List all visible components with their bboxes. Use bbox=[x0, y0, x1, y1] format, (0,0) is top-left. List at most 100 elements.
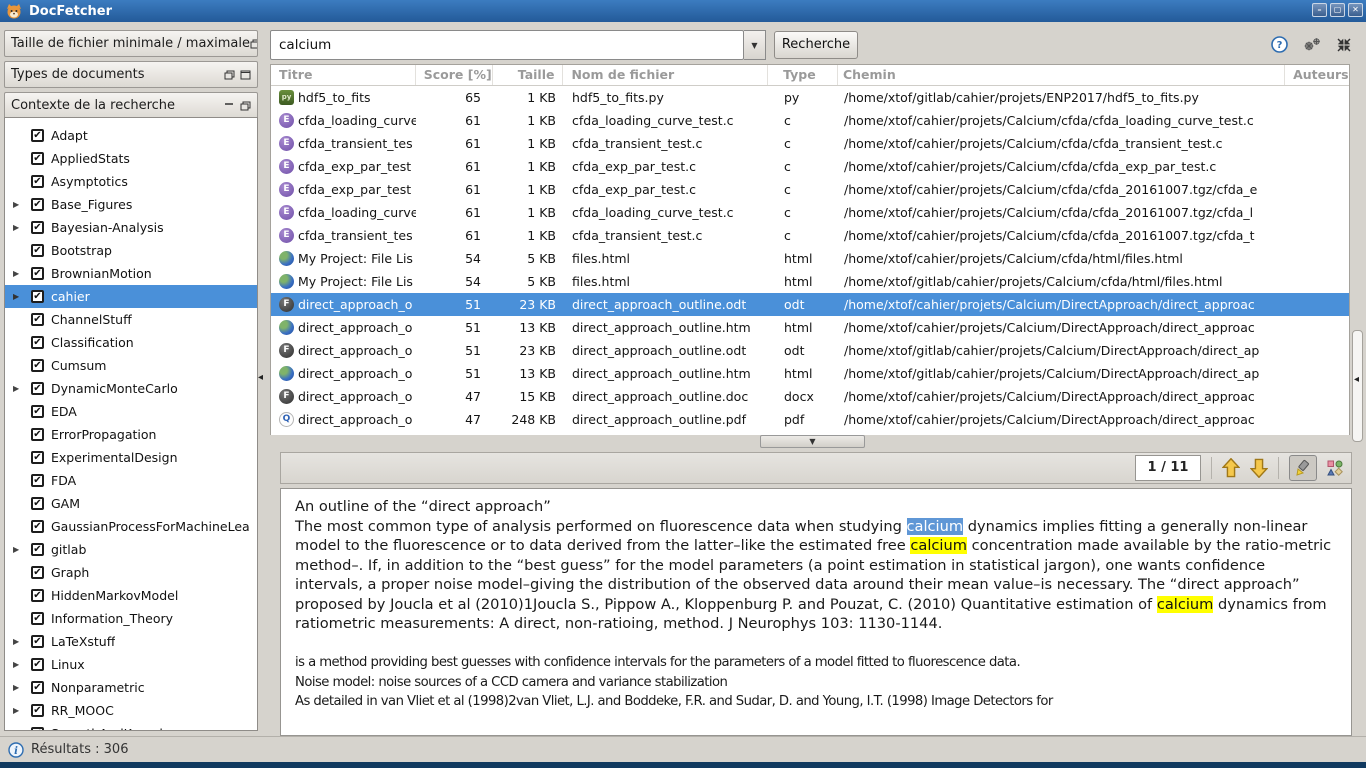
search-button[interactable]: Recherche bbox=[774, 31, 858, 59]
tree-item-channelstuff[interactable]: ✔ChannelStuff bbox=[5, 308, 257, 331]
page-indicator[interactable]: 1 / 11 bbox=[1135, 455, 1201, 481]
tree-item-base_figures[interactable]: ▶✔Base_Figures bbox=[5, 193, 257, 216]
tree-item-cahier[interactable]: ▶✔cahier bbox=[5, 285, 257, 308]
column-header-score[interactable]: Score [%] bbox=[416, 65, 493, 85]
checkbox-checked[interactable]: ✔ bbox=[31, 267, 44, 280]
checkbox-checked[interactable]: ✔ bbox=[31, 428, 44, 441]
table-row[interactable]: My Project: File Lis545 KBfiles.htmlhtml… bbox=[271, 270, 1349, 293]
checkbox-checked[interactable]: ✔ bbox=[31, 244, 44, 257]
checkbox-checked[interactable]: ✔ bbox=[31, 359, 44, 372]
checkbox-checked[interactable]: ✔ bbox=[31, 221, 44, 234]
collapse-sidebar-arrow-icon[interactable]: ◂ bbox=[258, 372, 263, 383]
table-row[interactable]: Ecfda_transient_tes611 KBcfda_transient_… bbox=[271, 132, 1349, 155]
search-input[interactable] bbox=[270, 30, 744, 60]
highlight-colors-icon[interactable] bbox=[1327, 460, 1343, 476]
expand-arrow-icon[interactable]: ▶ bbox=[13, 637, 31, 646]
maximize-button[interactable]: ▢ bbox=[1330, 3, 1345, 17]
minimize-panel-icon[interactable] bbox=[224, 101, 235, 111]
tree-item-graph[interactable]: ✔Graph bbox=[5, 561, 257, 584]
table-row[interactable]: Qdirect_approach_o47248 KBdirect_approac… bbox=[271, 408, 1349, 431]
checkbox-checked[interactable]: ✔ bbox=[31, 313, 44, 326]
expand-arrow-icon[interactable]: ▶ bbox=[13, 200, 31, 209]
checkbox-checked[interactable]: ✔ bbox=[31, 658, 44, 671]
search-history-dropdown[interactable]: ▼ bbox=[744, 30, 766, 60]
table-row[interactable]: Ecfda_transient_tes611 KBcfda_transient_… bbox=[271, 224, 1349, 247]
maximize-panel-icon[interactable] bbox=[240, 70, 251, 80]
restore-panel-icon[interactable] bbox=[250, 39, 258, 49]
tree-item-errorpropagation[interactable]: ✔ErrorPropagation bbox=[5, 423, 257, 446]
checkbox-checked[interactable]: ✔ bbox=[31, 681, 44, 694]
checkbox-checked[interactable]: ✔ bbox=[31, 405, 44, 418]
checkbox-checked[interactable]: ✔ bbox=[31, 635, 44, 648]
checkbox-checked[interactable]: ✔ bbox=[31, 129, 44, 142]
tree-item-nonparametric[interactable]: ▶✔Nonparametric bbox=[5, 676, 257, 699]
table-row[interactable]: Ecfda_exp_par_test611 KBcfda_exp_par_tes… bbox=[271, 178, 1349, 201]
close-button[interactable]: ✕ bbox=[1348, 3, 1363, 17]
checkbox-checked[interactable]: ✔ bbox=[31, 566, 44, 579]
checkbox-checked[interactable]: ✔ bbox=[31, 543, 44, 556]
collapse-preview-button[interactable]: ▼ bbox=[760, 435, 865, 448]
horizontal-sash[interactable]: ▼ bbox=[270, 435, 1350, 449]
table-row[interactable]: Fdirect_approach_o4715 KBdirect_approach… bbox=[271, 385, 1349, 408]
help-icon[interactable]: ? bbox=[1271, 36, 1288, 53]
restore-panel-icon[interactable] bbox=[240, 101, 251, 111]
table-row[interactable]: Ecfda_loading_curve611 KBcfda_loading_cu… bbox=[271, 109, 1349, 132]
tree-item-hiddenmarkovmodel[interactable]: ✔HiddenMarkovModel bbox=[5, 584, 257, 607]
checkbox-checked[interactable]: ✔ bbox=[31, 451, 44, 464]
panel-filesize[interactable]: Taille de fichier minimale / maximale bbox=[4, 30, 258, 57]
checkbox-checked[interactable]: ✔ bbox=[31, 612, 44, 625]
tree-item-latexstuff[interactable]: ▶✔LaTeXstuff bbox=[5, 630, 257, 653]
tree-item-bootstrap[interactable]: ✔Bootstrap bbox=[5, 239, 257, 262]
panel-doctypes[interactable]: Types de documents bbox=[4, 61, 258, 88]
table-row[interactable]: direct_approach_o5113 KBdirect_approach_… bbox=[271, 362, 1349, 385]
tree-item-adapt[interactable]: ✔Adapt bbox=[5, 124, 257, 147]
tree-item-brownianmotion[interactable]: ▶✔BrownianMotion bbox=[5, 262, 257, 285]
table-row[interactable]: Fdirect_approach_o5123 KBdirect_approach… bbox=[271, 293, 1349, 316]
table-row[interactable]: My Project: File Lis545 KBfiles.htmlhtml… bbox=[271, 247, 1349, 270]
column-header-nom[interactable]: Nom de fichier bbox=[563, 65, 768, 85]
tree-item-gitlab[interactable]: ▶✔gitlab bbox=[5, 538, 257, 561]
tree-item-bayesian-analysis[interactable]: ▶✔Bayesian-Analysis bbox=[5, 216, 257, 239]
tree-item-classification[interactable]: ✔Classification bbox=[5, 331, 257, 354]
table-row[interactable]: pyhdf5_to_fits651 KBhdf5_to_fits.pypy/ho… bbox=[271, 86, 1349, 109]
checkbox-checked[interactable]: ✔ bbox=[31, 336, 44, 349]
tree-item-information_theory[interactable]: ✔Information_Theory bbox=[5, 607, 257, 630]
table-row[interactable]: Ecfda_loading_curve611 KBcfda_loading_cu… bbox=[271, 201, 1349, 224]
expand-arrow-icon[interactable]: ▶ bbox=[13, 706, 31, 715]
expand-arrow-icon[interactable]: ▶ bbox=[13, 683, 31, 692]
checkbox-checked[interactable]: ✔ bbox=[31, 382, 44, 395]
collapse-right-arrow-icon[interactable]: ◂ bbox=[1354, 374, 1359, 385]
tree-item-smoothandkernel[interactable]: ▶✔SmoothAndKernel bbox=[5, 722, 257, 731]
tree-item-asymptotics[interactable]: ✔Asymptotics bbox=[5, 170, 257, 193]
checkbox-checked[interactable]: ✔ bbox=[31, 474, 44, 487]
minimize-to-tray-icon[interactable] bbox=[1336, 37, 1352, 53]
expand-arrow-icon[interactable]: ▶ bbox=[13, 729, 31, 731]
table-row[interactable]: Ecfda_exp_par_test611 KBcfda_exp_par_tes… bbox=[271, 155, 1349, 178]
expand-arrow-icon[interactable]: ▶ bbox=[13, 384, 31, 393]
highlighting-toggle-button[interactable] bbox=[1289, 455, 1317, 481]
checkbox-checked[interactable]: ✔ bbox=[31, 198, 44, 211]
expand-arrow-icon[interactable]: ▶ bbox=[13, 223, 31, 232]
column-header-titre[interactable]: Titre bbox=[271, 65, 416, 85]
tree-item-appliedstats[interactable]: ✔AppliedStats bbox=[5, 147, 257, 170]
checkbox-checked[interactable]: ✔ bbox=[31, 152, 44, 165]
tree-item-eda[interactable]: ✔EDA bbox=[5, 400, 257, 423]
expand-arrow-icon[interactable]: ▶ bbox=[13, 292, 31, 301]
column-header-auteurs[interactable]: Auteurs bbox=[1285, 65, 1349, 85]
tree-item-fda[interactable]: ✔FDA bbox=[5, 469, 257, 492]
expand-arrow-icon[interactable]: ▶ bbox=[13, 545, 31, 554]
checkbox-checked[interactable]: ✔ bbox=[31, 727, 44, 731]
tree-item-gaussianprocessformachinelea[interactable]: ✔GaussianProcessForMachineLea bbox=[5, 515, 257, 538]
table-row[interactable]: Fdirect_approach_o5123 KBdirect_approach… bbox=[271, 339, 1349, 362]
checkbox-checked[interactable]: ✔ bbox=[31, 497, 44, 510]
column-header-chemin[interactable]: Chemin bbox=[838, 65, 1285, 85]
title-bar[interactable]: DocFetcher – ▢ ✕ bbox=[0, 0, 1366, 22]
column-header-taille[interactable]: Taille bbox=[493, 65, 564, 85]
tree-item-cumsum[interactable]: ✔Cumsum bbox=[5, 354, 257, 377]
preferences-gears-icon[interactable] bbox=[1302, 37, 1322, 53]
preview-pane[interactable]: An outline of the “direct approach”The m… bbox=[280, 488, 1352, 736]
tree-item-gam[interactable]: ✔GAM bbox=[5, 492, 257, 515]
restore-panel-icon[interactable] bbox=[224, 70, 235, 80]
panel-search-scope[interactable]: Contexte de la recherche bbox=[4, 92, 258, 119]
expand-arrow-icon[interactable]: ▶ bbox=[13, 660, 31, 669]
